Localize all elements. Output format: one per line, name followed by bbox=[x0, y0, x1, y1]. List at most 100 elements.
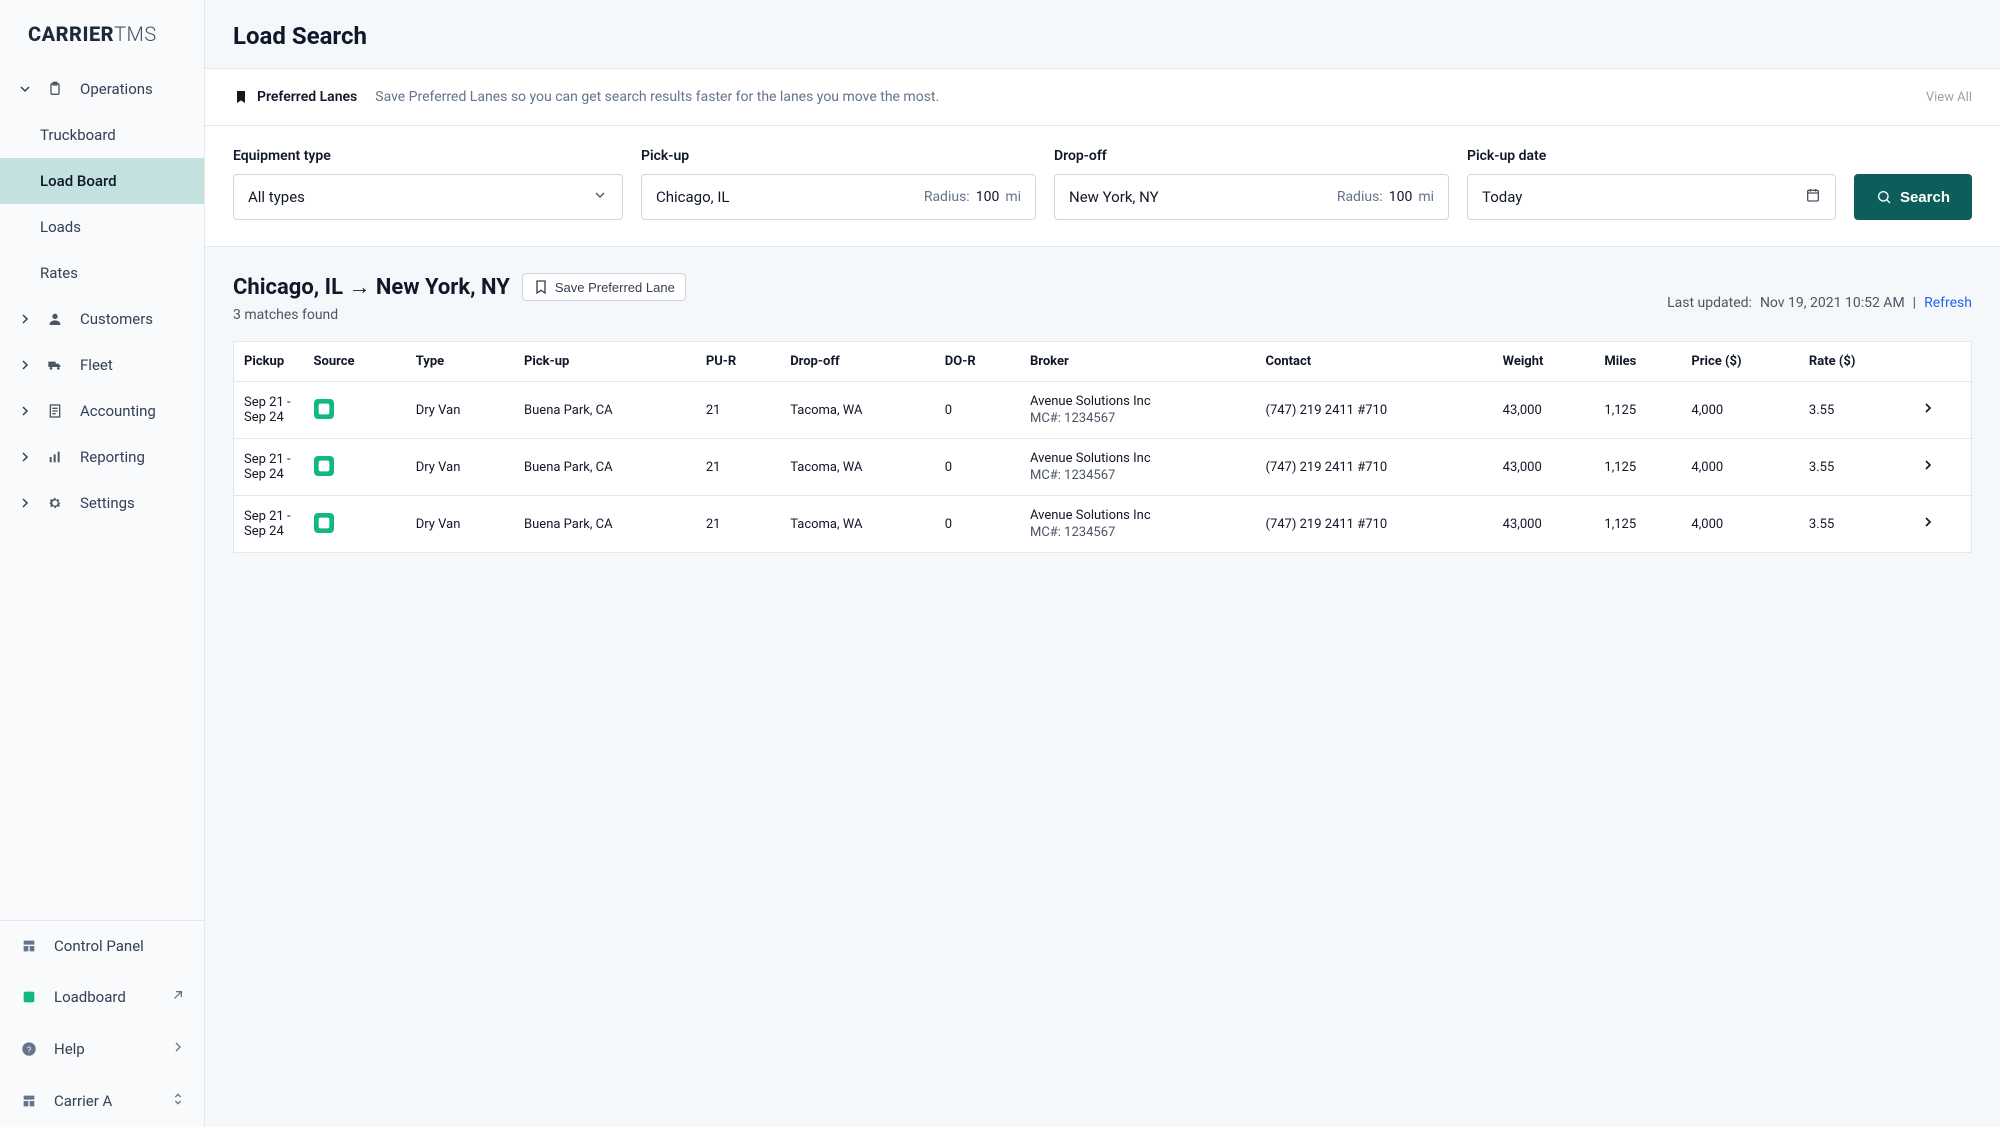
search-button-label: Search bbox=[1900, 189, 1950, 206]
filter-date-input[interactable]: Today bbox=[1467, 174, 1836, 220]
results: Chicago, IL → New York, NY Save Preferre… bbox=[205, 247, 2000, 579]
main: Load Search Preferred Lanes Save Preferr… bbox=[205, 0, 2000, 1127]
filter-pickup-value: Chicago, IL bbox=[656, 188, 730, 206]
caret-right-icon bbox=[20, 406, 30, 416]
chevron-right-icon bbox=[1920, 457, 1936, 473]
sidebar-footer-label: Carrier A bbox=[54, 1092, 112, 1110]
sidebar-group-label: Operations bbox=[80, 80, 153, 98]
sidebar-group-settings[interactable]: Settings bbox=[0, 480, 204, 526]
person-icon bbox=[44, 311, 66, 327]
filter-equipment-select[interactable]: All types bbox=[233, 174, 623, 220]
filter-pickup-input[interactable]: Chicago, IL Radius: 100 mi bbox=[641, 174, 1036, 220]
results-lane-title: Chicago, IL → New York, NY bbox=[233, 274, 510, 300]
filters-bar: Equipment type All types Pick-up Chicago… bbox=[205, 126, 2000, 247]
cell-pu-r: 21 bbox=[696, 382, 780, 439]
sidebar-group-label: Fleet bbox=[80, 356, 113, 374]
th-contact[interactable]: Contact bbox=[1256, 342, 1493, 382]
cell-contact: (747) 219 2411 #710 bbox=[1256, 382, 1493, 439]
preferred-lanes-viewall[interactable]: View All bbox=[1926, 90, 1972, 105]
cell-pickup-range: Sep 21 - Sep 24 bbox=[234, 496, 304, 553]
table-row[interactable]: Sep 21 - Sep 24 Dry Van Buena Park, CA 2… bbox=[234, 382, 1972, 439]
sidebar-item-loadboard[interactable]: Load Board bbox=[0, 158, 204, 204]
th-price[interactable]: Price ($) bbox=[1681, 342, 1799, 382]
filter-dropoff-radius-label: Radius: bbox=[1337, 189, 1383, 205]
sidebar-item-truckboard[interactable]: Truckboard bbox=[0, 112, 204, 158]
sidebar-group-label: Reporting bbox=[80, 448, 145, 466]
sidebar-item-loads[interactable]: Loads bbox=[0, 204, 204, 250]
cell-miles: 1,125 bbox=[1594, 439, 1681, 496]
sidebar-group-reporting[interactable]: Reporting bbox=[0, 434, 204, 480]
cell-row-arrow[interactable] bbox=[1910, 496, 1971, 553]
cell-weight: 43,000 bbox=[1493, 382, 1595, 439]
filter-equipment-value: All types bbox=[248, 188, 305, 206]
cell-source bbox=[304, 439, 406, 496]
source-badge-icon bbox=[314, 399, 334, 419]
search-button[interactable]: Search bbox=[1854, 174, 1972, 220]
th-type[interactable]: Type bbox=[406, 342, 514, 382]
filter-dropoff-radius-unit: mi bbox=[1418, 189, 1434, 205]
cell-row-arrow[interactable] bbox=[1910, 382, 1971, 439]
filter-dropoff-radius-value: 100 bbox=[1389, 189, 1413, 205]
th-rate[interactable]: Rate ($) bbox=[1799, 342, 1910, 382]
sidebar-group-operations[interactable]: Operations bbox=[0, 66, 204, 112]
meta-separator: | bbox=[1913, 295, 1916, 311]
clipboard-icon bbox=[44, 81, 66, 97]
preferred-lanes-desc: Save Preferred Lanes so you can get sear… bbox=[375, 89, 939, 105]
sidebar-footer-loadboard[interactable]: Loadboard bbox=[0, 971, 204, 1023]
table-row[interactable]: Sep 21 - Sep 24 Dry Van Buena Park, CA 2… bbox=[234, 439, 1972, 496]
filter-dropoff-label: Drop-off bbox=[1054, 148, 1449, 164]
sidebar-group-label: Accounting bbox=[80, 402, 156, 420]
th-do-r[interactable]: DO-R bbox=[935, 342, 1020, 382]
cell-pickup-loc: Buena Park, CA bbox=[514, 382, 696, 439]
th-broker[interactable]: Broker bbox=[1020, 342, 1256, 382]
cell-row-arrow[interactable] bbox=[1910, 439, 1971, 496]
sidebar-item-rates[interactable]: Rates bbox=[0, 250, 204, 296]
sidebar-group-accounting[interactable]: Accounting bbox=[0, 388, 204, 434]
th-dropoff-loc[interactable]: Drop-off bbox=[780, 342, 935, 382]
last-updated-label: Last updated: bbox=[1667, 295, 1752, 311]
source-badge-icon bbox=[314, 513, 334, 533]
save-preferred-lane-button[interactable]: Save Preferred Lane bbox=[522, 273, 686, 301]
cell-type: Dry Van bbox=[406, 382, 514, 439]
filter-dropoff-input[interactable]: New York, NY Radius: 100 mi bbox=[1054, 174, 1449, 220]
matches-found: 3 matches found bbox=[233, 307, 686, 323]
cell-pickup-loc: Buena Park, CA bbox=[514, 496, 696, 553]
help-icon: ? bbox=[18, 1041, 40, 1057]
th-weight[interactable]: Weight bbox=[1493, 342, 1595, 382]
table-row[interactable]: Sep 21 - Sep 24 Dry Van Buena Park, CA 2… bbox=[234, 496, 1972, 553]
caret-right-icon bbox=[20, 314, 30, 324]
cell-pickup-loc: Buena Park, CA bbox=[514, 439, 696, 496]
external-link-icon bbox=[170, 987, 186, 1007]
gear-icon bbox=[44, 495, 66, 511]
filter-pickup: Pick-up Chicago, IL Radius: 100 mi bbox=[641, 148, 1036, 220]
sidebar-footer-label: Help bbox=[54, 1040, 85, 1058]
sidebar-footer-help[interactable]: ? Help bbox=[0, 1023, 204, 1075]
page-title: Load Search bbox=[205, 0, 2000, 69]
filter-dropoff-value: New York, NY bbox=[1069, 188, 1159, 206]
th-pu-r[interactable]: PU-R bbox=[696, 342, 780, 382]
sidebar: CARRIERTMS Operations Truckboard Load Bo… bbox=[0, 0, 205, 1127]
cell-contact: (747) 219 2411 #710 bbox=[1256, 439, 1493, 496]
sidebar-footer-carrier[interactable]: Carrier A bbox=[0, 1075, 204, 1127]
calendar-icon bbox=[1805, 187, 1821, 207]
cell-do-r: 0 bbox=[935, 382, 1020, 439]
receipt-icon bbox=[44, 403, 66, 419]
refresh-link[interactable]: Refresh bbox=[1924, 295, 1972, 311]
sidebar-footer: Control Panel Loadboard ? Help Carrier A bbox=[0, 920, 204, 1127]
results-meta: Last updated: Nov 19, 2021 10:52 AM | Re… bbox=[1667, 295, 1972, 311]
filter-date-label: Pick-up date bbox=[1467, 148, 1836, 164]
carrier-icon bbox=[18, 1093, 40, 1109]
sidebar-footer-controlpanel[interactable]: Control Panel bbox=[0, 921, 204, 971]
th-miles[interactable]: Miles bbox=[1594, 342, 1681, 382]
caret-down-icon bbox=[20, 84, 30, 94]
brand-logo: CARRIERTMS bbox=[0, 0, 204, 60]
cell-price: 4,000 bbox=[1681, 382, 1799, 439]
cell-dropoff-loc: Tacoma, WA bbox=[780, 496, 935, 553]
sidebar-group-customers[interactable]: Customers bbox=[0, 296, 204, 342]
th-pickup[interactable]: Pickup bbox=[234, 342, 304, 382]
th-pickup-loc[interactable]: Pick-up bbox=[514, 342, 696, 382]
filter-equipment: Equipment type All types bbox=[233, 148, 623, 220]
th-source[interactable]: Source bbox=[304, 342, 406, 382]
sidebar-group-fleet[interactable]: Fleet bbox=[0, 342, 204, 388]
th-arrow bbox=[1910, 342, 1971, 382]
